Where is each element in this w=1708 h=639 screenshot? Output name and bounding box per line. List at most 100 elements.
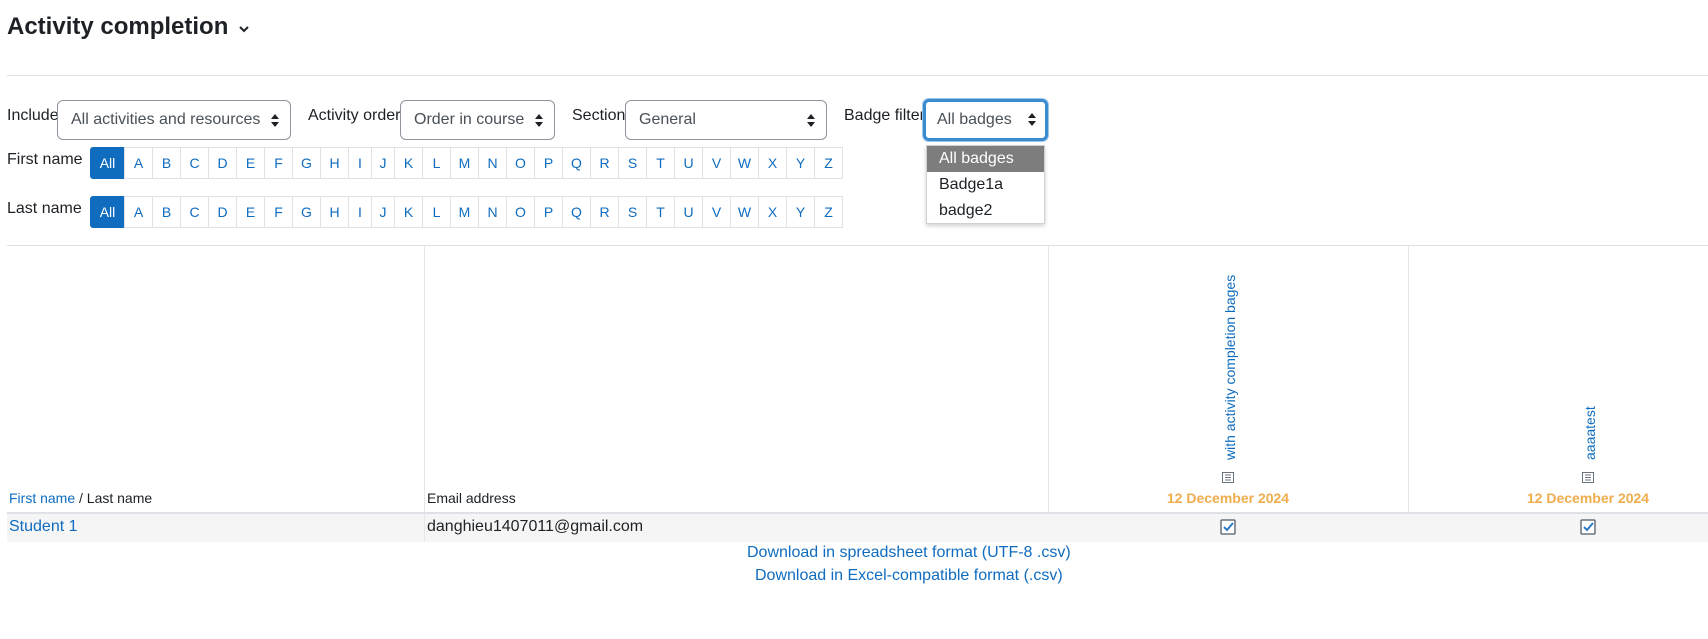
include-label: Include xyxy=(7,107,59,124)
section-label: Section xyxy=(572,107,626,124)
first-name-initial-t[interactable]: T xyxy=(646,147,675,179)
last-name-initial-m[interactable]: M xyxy=(450,196,479,228)
badge-filter-dropdown: All badges Badge1a badge2 xyxy=(926,145,1045,224)
first-name-initials: All A B C D E F G H I J K L M N O P Q R S T U V W X Y Z xyxy=(90,147,843,179)
last-name-initial-n[interactable]: N xyxy=(478,196,507,228)
last-name-initial-p[interactable]: P xyxy=(534,196,563,228)
last-name-initial-x[interactable]: X xyxy=(758,196,787,228)
completion-checkbox-icon xyxy=(1220,519,1236,535)
activity-link[interactable]: aaaatest xyxy=(1582,406,1598,460)
last-name-initial-a[interactable]: A xyxy=(124,196,153,228)
badge-filter-select[interactable]: All badges xyxy=(923,99,1048,141)
first-name-initial-m[interactable]: M xyxy=(450,147,479,179)
table-row xyxy=(7,512,1708,542)
last-name-header: Last name xyxy=(86,490,153,506)
last-name-initial-c[interactable]: C xyxy=(180,196,209,228)
last-name-initial-g[interactable]: G xyxy=(292,196,321,228)
activity-order-value: Order in course xyxy=(414,111,525,128)
divider xyxy=(7,75,1708,76)
last-name-initial-r[interactable]: R xyxy=(590,196,619,228)
first-name-initial-y[interactable]: Y xyxy=(786,147,815,179)
last-name-initial-o[interactable]: O xyxy=(506,196,535,228)
first-name-initial-o[interactable]: O xyxy=(506,147,535,179)
last-name-initial-k[interactable]: K xyxy=(394,196,423,228)
last-name-initial-f[interactable]: F xyxy=(264,196,293,228)
first-name-initial-s[interactable]: S xyxy=(618,147,647,179)
first-name-initial-u[interactable]: U xyxy=(674,147,703,179)
completion-checkbox-icon xyxy=(1580,519,1596,535)
column-divider xyxy=(1048,246,1049,541)
student-email: danghieu1407011@gmail.com xyxy=(427,518,644,535)
first-name-label: First name xyxy=(7,151,83,168)
page-title-row: Activity completion xyxy=(7,13,251,41)
last-name-initial-q[interactable]: Q xyxy=(562,196,591,228)
first-name-initial-r[interactable]: R xyxy=(590,147,619,179)
last-name-initial-y[interactable]: Y xyxy=(786,196,815,228)
activity-link[interactable]: with activity completion bages xyxy=(1222,275,1238,460)
activity-order-select[interactable]: Order in course xyxy=(400,100,555,140)
header-separator: / xyxy=(75,490,87,506)
first-name-initial-v[interactable]: V xyxy=(702,147,731,179)
column-divider xyxy=(424,246,425,541)
last-name-initial-l[interactable]: L xyxy=(422,196,451,228)
badge-option[interactable]: All badges xyxy=(927,146,1044,172)
last-name-initial-h[interactable]: H xyxy=(320,196,349,228)
include-select[interactable]: All activities and resources xyxy=(57,100,291,140)
first-name-initial-e[interactable]: E xyxy=(236,147,265,179)
first-name-initial-a[interactable]: A xyxy=(124,147,153,179)
divider xyxy=(7,245,1708,246)
email-column-header: Email address xyxy=(427,490,516,506)
first-name-initial-h[interactable]: H xyxy=(320,147,349,179)
first-name-initial-p[interactable]: P xyxy=(534,147,563,179)
include-select-value: All activities and resources xyxy=(71,111,261,128)
student-link[interactable]: Student 1 xyxy=(9,518,78,536)
last-name-initial-u[interactable]: U xyxy=(674,196,703,228)
first-name-initial-f[interactable]: F xyxy=(264,147,293,179)
first-name-initial-k[interactable]: K xyxy=(394,147,423,179)
last-name-initial-b[interactable]: B xyxy=(152,196,181,228)
first-name-initial-z[interactable]: Z xyxy=(814,147,843,179)
first-name-initial-l[interactable]: L xyxy=(422,147,451,179)
first-name-initial-g[interactable]: G xyxy=(292,147,321,179)
last-name-initial-v[interactable]: V xyxy=(702,196,731,228)
badge-filter-value: All badges xyxy=(937,111,1012,128)
first-name-initial-w[interactable]: W xyxy=(730,147,759,179)
section-select[interactable]: General xyxy=(625,100,827,140)
sort-first-name-link[interactable]: First name xyxy=(9,490,75,506)
first-name-initial-b[interactable]: B xyxy=(152,147,181,179)
first-name-initial-x[interactable]: X xyxy=(758,147,787,179)
last-name-initial-t[interactable]: T xyxy=(646,196,675,228)
download-csv-utf8-link[interactable]: Download in spreadsheet format (UTF-8 .c… xyxy=(747,544,1071,562)
badge-option[interactable]: Badge1a xyxy=(927,172,1044,198)
first-name-initial-c[interactable]: C xyxy=(180,147,209,179)
section-value: General xyxy=(639,111,696,128)
first-name-initial-all[interactable]: All xyxy=(90,147,125,179)
last-name-initial-j[interactable]: J xyxy=(371,196,395,228)
first-name-initial-d[interactable]: D xyxy=(208,147,237,179)
first-name-initial-i[interactable]: I xyxy=(348,147,372,179)
first-name-initial-q[interactable]: Q xyxy=(562,147,591,179)
chevron-down-icon[interactable] xyxy=(237,22,251,36)
last-name-initial-e[interactable]: E xyxy=(236,196,265,228)
last-name-label: Last name xyxy=(7,200,82,217)
badge-filter-label: Badge filter xyxy=(844,107,925,124)
name-column-header: First name / Last name xyxy=(9,490,152,506)
last-name-initial-d[interactable]: D xyxy=(208,196,237,228)
last-name-initial-z[interactable]: Z xyxy=(814,196,843,228)
sort-arrows-icon xyxy=(1028,113,1036,126)
last-name-initial-w[interactable]: W xyxy=(730,196,759,228)
activity-icon xyxy=(1582,472,1594,483)
column-divider xyxy=(424,514,425,542)
activity-date: 12 December 2024 xyxy=(1166,490,1290,506)
first-name-initial-n[interactable]: N xyxy=(478,147,507,179)
activity-order-label: Activity order xyxy=(308,107,401,124)
last-name-initial-all[interactable]: All xyxy=(90,196,125,228)
first-name-initial-j[interactable]: J xyxy=(371,147,395,179)
badge-option[interactable]: badge2 xyxy=(927,198,1044,224)
sort-arrows-icon xyxy=(535,114,543,127)
last-name-initial-s[interactable]: S xyxy=(618,196,647,228)
download-csv-excel-link[interactable]: Download in Excel-compatible format (.cs… xyxy=(755,567,1063,585)
page-title: Activity completion xyxy=(7,13,229,40)
sort-arrows-icon xyxy=(807,114,815,127)
last-name-initial-i[interactable]: I xyxy=(348,196,372,228)
